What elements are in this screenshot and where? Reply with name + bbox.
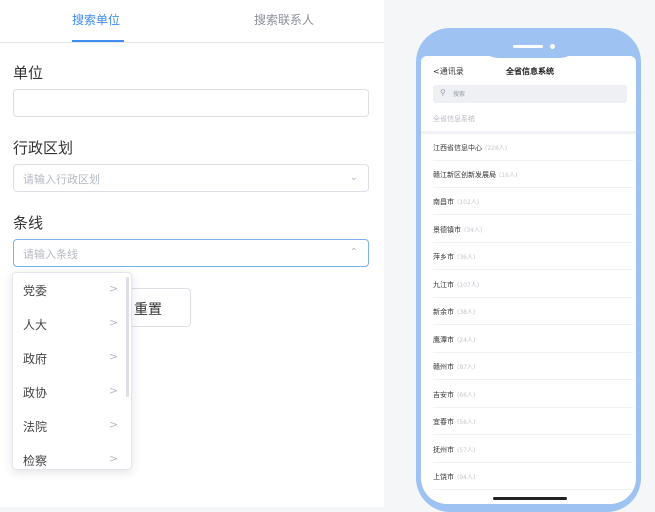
dropdown-item[interactable]: 党委 > [13,273,131,307]
search-icon: ⚲ [440,88,446,97]
phone-item-count: (87人) [457,364,476,371]
unit-label: 单位 [13,64,44,82]
dropdown-item[interactable]: 人大 > [13,307,131,341]
dropdown-item[interactable]: 法院 > [13,409,131,443]
phone-item-name: 江西省信息中心 [433,144,482,152]
phone-search-placeholder: 搜索 [453,91,466,98]
chevron-right-icon: > [109,282,119,295]
phone-title: 全省信息系统 [506,67,554,76]
phone-item-name: 宜春市 [433,418,454,426]
phone-item-name: 鹰潭市 [433,336,454,344]
region-select[interactable]: 请输入行政区划 ⌄ [13,164,369,192]
region-placeholder: 请输入行政区划 [23,173,100,186]
dropdown-item-label: 党委 [23,284,48,298]
phone-item-count: (38人) [457,309,476,316]
chevron-right-icon: > [109,418,119,431]
phone-item-name: 抚州市 [433,446,454,454]
chevron-right-icon: > [109,452,119,465]
home-indicator [493,497,567,500]
phone-list-item[interactable]: 赣江新区创新发展局 (16人) [433,163,633,188]
phone-item-name: 上饶市 [433,473,454,481]
dropdown-item-label: 法院 [23,420,48,434]
line-label: 条线 [13,214,44,232]
phone-back-button[interactable]: <通讯录 [433,66,464,77]
dropdown-item[interactable]: 政府 > [13,341,131,375]
phone-item-count: (94人) [457,474,476,481]
phone-list-item[interactable]: 景德镇市 (34人) [433,218,633,243]
phone-item-name: 赣江新区创新发展局 [433,171,496,179]
phone-search-input[interactable]: ⚲ 搜索 [433,85,627,103]
phone-back-label: 通讯录 [439,67,464,76]
dropdown-item-label: 政府 [23,352,48,366]
phone-item-count: (16人) [499,172,518,179]
search-panel: 搜索单位 搜索联系人 单位 行政区划 请输入行政区划 ⌄ 条线 请输入条线 ⌃ … [0,0,384,507]
phone-list-item[interactable]: 上饶市 (94人) [433,465,633,490]
phone-item-count: (56人) [457,419,476,426]
phone-breadcrumb[interactable]: 全省信息系统 [433,114,475,124]
phone-list-item[interactable]: 江西省信息中心 (228人) [433,136,633,161]
phone-item-name: 吉安市 [433,391,454,399]
chevron-up-icon: ⌃ [349,247,358,258]
phone-divider [421,131,636,134]
phone-item-count: (24人) [457,337,476,344]
phone-list-item[interactable]: 宜春市 (56人) [433,410,633,435]
phone-list-item[interactable]: 鹰潭市 (24人) [433,328,633,353]
phone-list-item[interactable]: 吉安市 (66人) [433,383,633,408]
chevron-left-icon: < [433,67,440,76]
phone-list-item[interactable]: 新余市 (38人) [433,300,633,325]
phone-notch [480,28,578,58]
phone-list-item[interactable]: 九江市 (107人) [433,273,633,298]
phone-item-name: 新余市 [433,308,454,316]
phone-item-name: 九江市 [433,281,454,289]
dropdown-item[interactable]: 政协 > [13,375,131,409]
line-placeholder: 请输入条线 [23,248,78,261]
chevron-right-icon: > [109,350,119,363]
phone-item-count: (57人) [457,447,476,454]
region-label: 行政区划 [13,139,74,157]
phone-item-count: (34人) [464,227,483,234]
chevron-down-icon: ⌄ [349,172,358,183]
phone-item-name: 南昌市 [433,198,454,206]
phone-list-item[interactable]: 萍乡市 (36人) [433,245,633,270]
phone-item-count: (36人) [457,254,476,261]
phone-list-item[interactable]: 南昌市 (102人) [433,190,633,215]
phone-speaker [513,45,543,48]
phone-list-item[interactable]: 赣州市 (87人) [433,355,633,380]
chevron-right-icon: > [109,384,119,397]
dropdown-item-label: 人大 [23,318,48,332]
dropdown-item-label: 检察 [23,454,48,468]
tab-search-unit[interactable]: 搜索单位 [72,11,120,28]
dropdown-scrollbar[interactable] [126,277,129,397]
active-tab-indicator [72,40,124,42]
phone-item-name: 萍乡市 [433,253,454,261]
reset-button-label: 重置 [134,302,162,318]
unit-input[interactable] [13,89,369,117]
chevron-right-icon: > [109,316,119,329]
tab-search-contact[interactable]: 搜索联系人 [254,11,314,28]
phone-screen: <通讯录 全省信息系统 ⚲ 搜索 全省信息系统 江西省信息中心 (228人) 赣江… [421,56,636,504]
dropdown-item[interactable]: 检察 > [13,443,131,469]
line-select[interactable]: 请输入条线 ⌃ [13,239,369,267]
phone-item-count: (66人) [457,392,476,399]
phone-item-count: (107人) [457,282,480,289]
tab-bar: 搜索单位 搜索联系人 [0,0,384,43]
phone-item-name: 赣州市 [433,363,454,371]
phone-item-name: 景德镇市 [433,226,461,234]
phone-camera [550,44,555,49]
phone-item-count: (228人) [485,145,508,152]
line-dropdown-menu: 党委 > 人大 > 政府 > 政协 > 法院 > 检察 > [12,272,132,470]
dropdown-item-label: 政协 [23,386,48,400]
phone-list-item[interactable]: 抚州市 (57人) [433,438,633,463]
phone-item-count: (102人) [457,199,480,206]
